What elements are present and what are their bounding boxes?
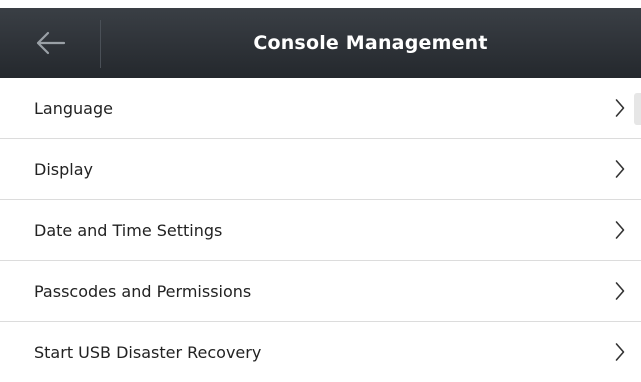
menu-item-label: Passcodes and Permissions: [34, 281, 252, 301]
chevron-right-icon: [615, 281, 625, 301]
chevron-right-icon: [615, 98, 625, 118]
menu-item-language[interactable]: Language: [0, 78, 641, 139]
menu-item-passcodes-permissions[interactable]: Passcodes and Permissions: [0, 261, 641, 322]
header-bar: Console Management: [0, 8, 641, 78]
chevron-right-icon: [615, 342, 625, 362]
menu-item-label: Language: [34, 98, 113, 118]
chevron-right-icon: [615, 159, 625, 179]
menu-item-date-time-settings[interactable]: Date and Time Settings: [0, 200, 641, 261]
back-button[interactable]: [0, 8, 100, 78]
settings-menu: Language Display Date and Time Settings …: [0, 78, 641, 382]
scrollbar-thumb[interactable]: [634, 93, 641, 125]
menu-item-label: Start USB Disaster Recovery: [34, 342, 262, 362]
page-title: Console Management: [253, 32, 488, 54]
arrow-left-icon: [34, 31, 66, 55]
menu-item-display[interactable]: Display: [0, 139, 641, 200]
menu-item-usb-disaster-recovery[interactable]: Start USB Disaster Recovery: [0, 322, 641, 382]
menu-item-label: Display: [34, 159, 93, 179]
chevron-right-icon: [615, 220, 625, 240]
menu-item-label: Date and Time Settings: [34, 220, 223, 240]
